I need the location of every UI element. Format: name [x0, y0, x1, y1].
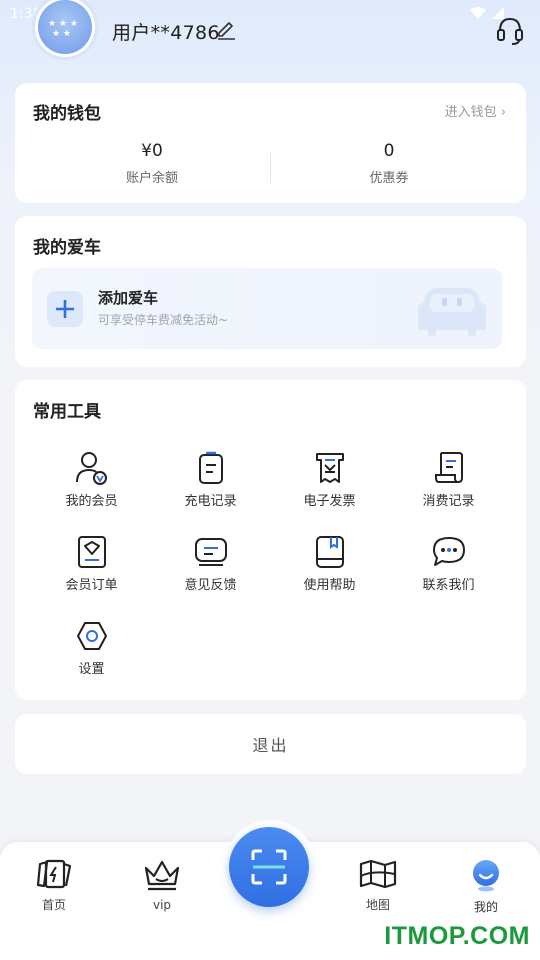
tool-label: 会员订单: [65, 578, 118, 593]
plus-icon: [47, 291, 83, 327]
tool-settings[interactable]: 设置: [32, 618, 151, 677]
invoice-icon: [270, 450, 389, 486]
tool-contact-us[interactable]: 联系我们: [389, 534, 508, 593]
vip-crown-icon: [144, 860, 180, 891]
tab-label: 我的: [473, 900, 498, 914]
profile-icon: [473, 860, 499, 892]
tool-label: 使用帮助: [303, 578, 356, 593]
tab-home[interactable]: 首页: [14, 858, 94, 913]
username: 用户**4786: [112, 22, 220, 44]
feedback-icon: [151, 534, 270, 570]
logout-label: 退出: [252, 736, 289, 755]
tool-label: 意见反馈: [184, 578, 237, 593]
tool-feedback[interactable]: 意见反馈: [151, 534, 270, 593]
logout-button[interactable]: 退出: [15, 714, 526, 774]
tool-label: 设置: [78, 662, 105, 677]
avatar-image: ★ ★ ★ ★ ★: [38, 0, 92, 54]
common-tools-card: 常用工具 我的会员 充电记录 电子发票 消费记录 会员订单 意见反馈 使用帮助 …: [15, 380, 526, 700]
wallet-divider: [270, 153, 271, 183]
help-icon: [270, 534, 389, 570]
coupon-label: 优惠券: [369, 171, 409, 186]
tool-label: 我的会员: [65, 494, 118, 509]
tool-help[interactable]: 使用帮助: [270, 534, 389, 593]
edit-icon[interactable]: [215, 19, 237, 41]
account-balance[interactable]: ¥0 账户余额: [52, 141, 252, 186]
tool-charge-record[interactable]: 充电记录: [151, 450, 270, 509]
customer-service-icon[interactable]: [496, 15, 524, 47]
wallet-card: 我的钱包 进入钱包 › ¥0 账户余额 0 优惠券: [15, 83, 526, 203]
scan-button[interactable]: [229, 827, 309, 907]
tool-consumption-record[interactable]: 消费记录: [389, 450, 508, 509]
home-icon: [36, 859, 72, 889]
balance-value: ¥0: [141, 141, 163, 161]
my-car-title: 我的爱车: [33, 238, 101, 258]
my-car-card: 我的爱车 添加爱车 可享受停车费减免活动~: [15, 216, 526, 367]
tab-vip[interactable]: vip: [122, 858, 202, 912]
tab-label: 地图: [365, 898, 390, 912]
scan-icon: [251, 849, 287, 885]
enter-wallet-label: 进入钱包: [444, 105, 497, 120]
svg-text:★ ★ ★: ★ ★ ★: [48, 19, 78, 29]
map-icon: [359, 859, 397, 889]
tools-title: 常用工具: [33, 402, 101, 422]
add-car-button[interactable]: 添加爱车 可享受停车费减免活动~: [32, 268, 502, 349]
contact-icon: [389, 534, 508, 570]
member-order-icon: [32, 534, 151, 570]
tool-label: 消费记录: [422, 494, 475, 509]
avatar-stars-icon: ★ ★ ★ ★ ★: [48, 19, 78, 37]
svg-text:★ ★: ★ ★: [52, 29, 71, 37]
coupons[interactable]: 0 优惠券: [289, 141, 489, 186]
add-car-title: 添加爱车: [98, 289, 159, 307]
tab-label: vip: [152, 898, 172, 912]
avatar[interactable]: ★ ★ ★ ★ ★: [32, 0, 98, 60]
coupon-value: 0: [383, 141, 395, 161]
balance-label: 账户余额: [125, 171, 178, 186]
wallet-title: 我的钱包: [33, 104, 101, 124]
consumption-record-icon: [389, 450, 508, 486]
chevron-right-icon: ›: [500, 105, 506, 120]
tab-map[interactable]: 地图: [338, 858, 418, 913]
profile-header: ★ ★ ★ ★ ★ 用户**4786: [0, 0, 540, 70]
tool-my-member[interactable]: 我的会员: [32, 450, 151, 509]
settings-icon: [32, 618, 151, 654]
tool-label: 充电记录: [184, 494, 237, 509]
tab-label: 首页: [41, 898, 66, 912]
enter-wallet-link[interactable]: 进入钱包 ›: [445, 101, 506, 120]
tool-label: 电子发票: [303, 494, 356, 509]
add-car-subtitle: 可享受停车费减免活动~: [98, 313, 229, 327]
tool-e-invoice[interactable]: 电子发票: [270, 450, 389, 509]
tool-label: 联系我们: [422, 578, 475, 593]
charge-record-icon: [151, 450, 270, 486]
member-icon: [32, 450, 151, 486]
watermark: ITMOP.COM: [384, 922, 530, 950]
tool-member-order[interactable]: 会员订单: [32, 534, 151, 593]
tab-profile[interactable]: 我的: [446, 858, 526, 915]
car-illustration-icon: [418, 288, 486, 336]
